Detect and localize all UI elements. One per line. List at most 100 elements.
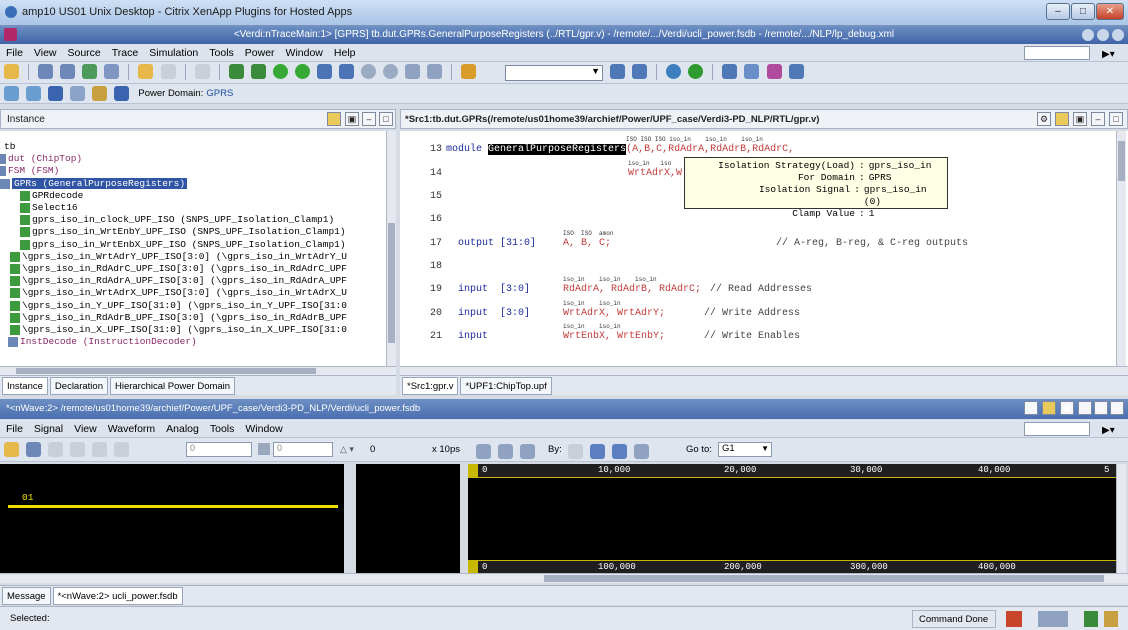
app-minimize-icon[interactable] (1082, 29, 1094, 41)
search-by-icon[interactable] (568, 444, 583, 459)
search-icon[interactable] (610, 64, 625, 79)
wave-search-input[interactable] (1024, 422, 1090, 436)
copy-icon[interactable] (427, 64, 443, 79)
hierarchy-icon[interactable] (82, 64, 98, 79)
help-icon[interactable]: ▶▾ (1102, 49, 1115, 60)
cut-icon[interactable] (70, 442, 86, 457)
app-maximize-icon[interactable] (1097, 29, 1109, 41)
tab-declaration[interactable]: Declaration (49, 377, 108, 395)
bookmark-icon[interactable] (461, 64, 477, 79)
wave-pin-icon[interactable] (1042, 401, 1056, 415)
tree-row[interactable]: InstDecode (InstructionDecoder) (0, 336, 386, 348)
wave-hscroll[interactable] (0, 573, 1128, 583)
tree-row[interactable]: GPRs (GeneralPurposeRegisters) (0, 177, 386, 190)
wave-reload-icon[interactable] (26, 442, 42, 457)
goto-select[interactable]: G1 ▼ (718, 442, 772, 457)
cursor-time-input[interactable]: 0 (186, 442, 252, 457)
zoom-out-icon[interactable] (498, 444, 514, 459)
float-icon[interactable]: ▣ (345, 112, 359, 126)
paste-icon[interactable] (194, 64, 210, 79)
tab-instance[interactable]: Instance (2, 377, 48, 395)
waveform-pane[interactable]: 0 10,000 20,000 30,000 40,000 5 0 100,00… (468, 464, 1116, 574)
tree-row[interactable]: gprs_iso_in_WrtEnbY_UPF_ISO (SNPS_UPF_Is… (0, 226, 386, 238)
tool2-icon[interactable] (1104, 611, 1118, 627)
source-vscroll[interactable] (1116, 131, 1126, 367)
tree-row[interactable]: tb (0, 141, 386, 153)
tool1-icon[interactable] (1084, 611, 1098, 627)
menu-search-input[interactable] (1024, 46, 1090, 60)
arrow-up-icon[interactable] (361, 64, 377, 79)
next-icon[interactable] (612, 444, 628, 459)
wave-close-icon[interactable]: ✕ (1110, 401, 1124, 415)
undo-icon[interactable] (48, 442, 64, 457)
source-maximize-icon[interactable]: □ (1109, 112, 1123, 126)
menu-window[interactable]: Window (286, 47, 323, 59)
folder-icon[interactable] (138, 64, 154, 79)
wave-menu-tools[interactable]: Tools (210, 423, 235, 435)
instance-vscroll[interactable] (386, 131, 396, 367)
source-pin-icon[interactable] (1055, 112, 1069, 126)
source-minimize-icon[interactable]: – (1091, 112, 1105, 126)
marker-icon[interactable] (634, 444, 650, 459)
tree-row[interactable]: gprs_iso_in_clock_UPF_ISO (SNPS_UPF_Isol… (0, 214, 386, 226)
source-code-view[interactable]: 13 14 15 16 17 18 19 20 21 ISO ISO ISO i… (400, 131, 1128, 375)
app-close-icon[interactable] (1112, 29, 1124, 41)
tab-src1[interactable]: *Src1:gpr.v (402, 377, 459, 395)
power-menu-icon[interactable] (744, 64, 760, 79)
menu-file[interactable]: File (6, 47, 23, 59)
wave-maximize-icon[interactable]: □ (1094, 401, 1108, 415)
menu-view[interactable]: View (34, 47, 57, 59)
tree-row[interactable]: \gprs_iso_in_RdAdrC_UPF_ISO[3:0] (\gprs_… (0, 263, 386, 275)
marker-time-input[interactable]: 0 (273, 442, 333, 457)
trace-back-icon[interactable] (250, 64, 266, 79)
wave-menu-waveform[interactable]: Waveform (108, 423, 155, 435)
module-name[interactable]: GeneralPurposeRegisters (488, 144, 627, 155)
power-icon[interactable] (722, 64, 738, 79)
find-next-icon[interactable] (632, 64, 648, 79)
schematic-icon[interactable] (104, 64, 120, 79)
minimize-button[interactable]: – (1046, 3, 1070, 20)
wave-paste-icon[interactable] (114, 442, 130, 457)
edit-icon[interactable] (160, 64, 176, 79)
wave-open-icon[interactable] (4, 442, 19, 457)
domain-menu-icon[interactable] (766, 64, 782, 79)
green-ball-icon[interactable] (688, 64, 704, 79)
tree-row[interactable]: dut (ChipTop) (0, 153, 386, 165)
wave-menu-view[interactable]: View (74, 423, 97, 435)
wave-vscroll[interactable] (1116, 464, 1126, 573)
power-view-icon[interactable] (4, 86, 19, 101)
lightning-icon[interactable] (48, 86, 64, 101)
menu-power[interactable]: Power (245, 47, 275, 59)
split-icon[interactable] (60, 64, 76, 79)
open-folder-icon[interactable] (4, 64, 19, 79)
wave-minimize-icon[interactable]: – (1078, 401, 1092, 415)
source-settings-icon[interactable]: ⚙ (1037, 112, 1051, 126)
wave-menu-window[interactable]: Window (245, 423, 282, 435)
menu-help[interactable]: Help (334, 47, 356, 59)
tree-row[interactable]: \gprs_iso_in_RdAdrB_UPF_ISO[3:0] (\gprs_… (0, 312, 386, 324)
source-float-icon[interactable]: ▣ (1073, 112, 1087, 126)
arrow-left-icon[interactable] (272, 64, 288, 79)
wave-menu-signal[interactable]: Signal (34, 423, 63, 435)
menu-trace[interactable]: Trace (112, 47, 138, 59)
levels-icon[interactable] (70, 86, 86, 101)
tree-row[interactable]: \gprs_iso_in_RdAdrA_UPF_ISO[3:0] (\gprs_… (0, 275, 386, 287)
tab-message[interactable]: Message (2, 587, 51, 605)
prev-icon[interactable] (590, 444, 606, 459)
signal-value-pane[interactable] (356, 464, 460, 573)
tree-row[interactable]: \gprs_iso_in_X_UPF_ISO[31:0] (\gprs_iso_… (0, 324, 386, 336)
panel-minimize-icon[interactable]: – (362, 112, 376, 126)
tab-upf1[interactable]: *UPF1:ChipTop.upf (460, 377, 552, 395)
delta-arrow-icon[interactable]: △ ▾ (340, 444, 354, 455)
extra-icon[interactable] (788, 64, 804, 79)
arrow-right-icon[interactable] (294, 64, 310, 79)
ruler-icon[interactable] (258, 443, 270, 455)
tab-hierarchical-power-domain[interactable]: Hierarchical Power Domain (109, 377, 236, 395)
tree-row[interactable]: \gprs_iso_in_WrtAdrY_UPF_ISO[3:0] (\gprs… (0, 251, 386, 263)
blue-ball-icon[interactable] (666, 64, 682, 79)
maximize-button[interactable]: □ (1071, 3, 1095, 20)
search-combo[interactable]: ▼ (505, 65, 603, 81)
tree-row[interactable]: \gprs_iso_in_WrtAdrX_UPF_ISO[3:0] (\gprs… (0, 287, 386, 299)
tree-row[interactable]: Select16 (0, 202, 386, 214)
tree-row[interactable]: FSM (FSM) (0, 165, 386, 177)
